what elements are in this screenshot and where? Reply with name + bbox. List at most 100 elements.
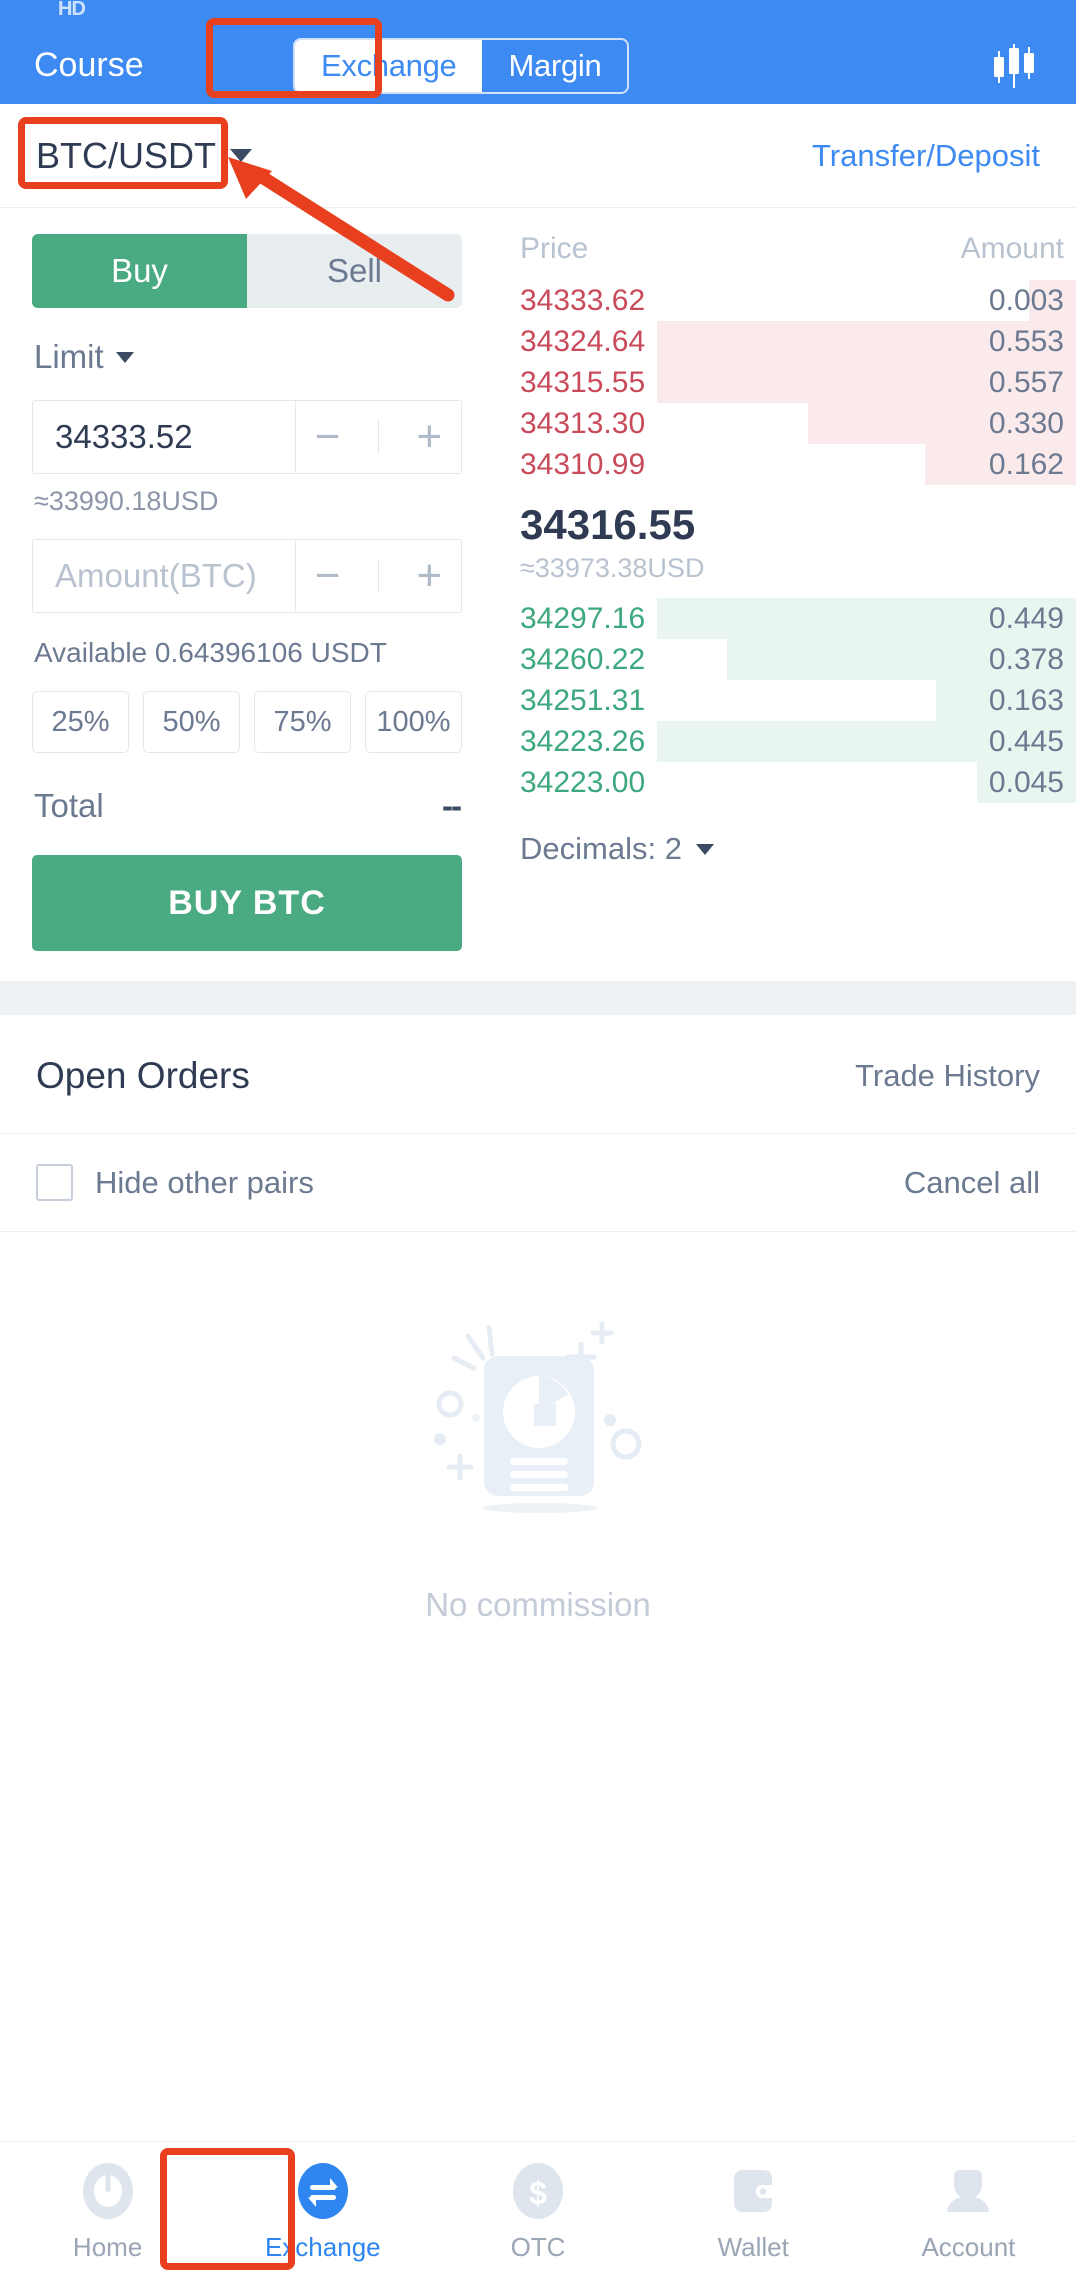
order-book-row-ask[interactable]: 34324.64 0.553: [494, 321, 1076, 362]
annotation-box-bottom-nav-exchange: [160, 2148, 295, 2270]
nav-label-wallet: Wallet: [717, 2232, 789, 2262]
order-book-row-bid[interactable]: 34260.22 0.378: [494, 639, 1076, 680]
percent-buttons: 25% 50% 75% 100%: [32, 691, 462, 753]
nav-label-account: Account: [921, 2232, 1016, 2262]
order-type-label: Limit: [34, 338, 104, 375]
ask-amount: 0.557: [988, 365, 1064, 399]
open-orders-header: Open Orders Trade History: [0, 1015, 1076, 1134]
plus-icon[interactable]: +: [417, 414, 443, 459]
minus-icon[interactable]: −: [315, 414, 341, 459]
order-book-row-ask[interactable]: 34310.99 0.162: [494, 444, 1076, 485]
mid-price: 34316.55: [520, 501, 696, 548]
nav-label-otc: OTC: [510, 2232, 566, 2262]
total-value: --: [442, 787, 462, 824]
amount-input[interactable]: Amount(BTC): [33, 540, 295, 612]
empty-state-caption: No commission: [425, 1586, 651, 1623]
order-book-row-ask[interactable]: 34313.30 0.330: [494, 403, 1076, 444]
hide-other-pairs-checkbox[interactable]: [36, 1164, 73, 1201]
person-icon: [947, 2170, 990, 2212]
percent-50-button[interactable]: 50%: [143, 691, 240, 753]
percent-75-button[interactable]: 75%: [254, 691, 351, 753]
mid-price-approx: ≈33973.38USD: [520, 553, 705, 583]
chevron-down-icon: [230, 149, 252, 162]
svg-text:$: $: [529, 2175, 547, 2211]
hide-other-pairs-label: Hide other pairs: [95, 1164, 314, 1200]
candlestick-chart-icon[interactable]: [988, 42, 1040, 88]
tab-buy[interactable]: Buy: [32, 234, 247, 308]
price-approx-usd: ≈33990.18USD: [34, 486, 219, 516]
order-book-row-bid[interactable]: 34223.26 0.445: [494, 721, 1076, 762]
amount-stepper: − +: [295, 540, 461, 612]
bid-price: 34260.22: [520, 642, 646, 676]
empty-document-icon: [434, 1321, 642, 1513]
plus-icon[interactable]: +: [417, 553, 443, 598]
ask-amount: 0.003: [988, 283, 1064, 317]
chevron-down-icon: [115, 351, 134, 363]
submit-buy-button[interactable]: BUY BTC: [32, 855, 462, 951]
price-input[interactable]: 34333.52: [33, 401, 295, 473]
decimals-label: Decimals: 2: [520, 831, 682, 866]
nav-item-wallet[interactable]: Wallet: [646, 2160, 861, 2263]
available-label: Available: [34, 637, 148, 668]
nav-label-home: Home: [72, 2232, 143, 2262]
mid-price-block: 34316.55 ≈33973.38USD: [494, 485, 1076, 598]
top-header: Course Exchange Margin: [0, 26, 1076, 104]
bid-rows: 34297.16 0.449 34260.22 0.378 34251.31 0…: [494, 598, 1076, 803]
price-field-row: 34333.52 − +: [32, 400, 462, 474]
order-book-row-bid[interactable]: 34297.16 0.449: [494, 598, 1076, 639]
empty-state: No commission: [0, 1232, 1076, 1624]
trade-history-link[interactable]: Trade History: [855, 1058, 1040, 1094]
hide-other-pairs-control[interactable]: Hide other pairs: [36, 1164, 314, 1201]
bid-amount: 0.163: [988, 683, 1064, 717]
wallet-icon: [734, 2170, 777, 2212]
cancel-all-button[interactable]: Cancel all: [904, 1165, 1040, 1201]
ask-amount: 0.330: [988, 406, 1064, 440]
col-amount-label: Amount: [960, 232, 1064, 265]
bid-price: 34223.26: [520, 724, 646, 758]
section-divider: [0, 981, 1076, 1015]
open-orders-title: Open Orders: [36, 1055, 250, 1096]
tab-sell[interactable]: Sell: [247, 234, 462, 308]
order-book-row-bid[interactable]: 34223.00 0.045: [494, 762, 1076, 803]
bid-amount: 0.045: [988, 765, 1064, 799]
amount-field-row: Amount(BTC) − +: [32, 539, 462, 613]
order-book-row-bid[interactable]: 34251.31 0.163: [494, 680, 1076, 721]
order-type-selector[interactable]: Limit: [34, 338, 462, 376]
transfer-deposit-link[interactable]: Transfer/Deposit: [812, 138, 1040, 174]
clock-icon: [82, 2163, 133, 2219]
available-balance: Available 0.64396106 USDT: [34, 637, 462, 669]
bid-amount: 0.449: [988, 601, 1064, 635]
course-label[interactable]: Course: [34, 46, 144, 85]
tab-margin[interactable]: Margin: [482, 40, 627, 92]
nav-item-account[interactable]: Account: [861, 2160, 1076, 2263]
order-form: Buy Sell Limit 34333.52 − + ≈33990.18USD…: [0, 208, 494, 951]
order-book-row-ask[interactable]: 34333.62 0.003: [494, 280, 1076, 321]
bid-amount: 0.378: [988, 642, 1064, 676]
order-book-row-ask[interactable]: 34315.55 0.557: [494, 362, 1076, 403]
available-value: 0.64396106 USDT: [154, 637, 387, 668]
nav-item-otc[interactable]: $ OTC: [430, 2160, 645, 2263]
annotation-box-pair-selector: [18, 117, 228, 189]
percent-25-button[interactable]: 25%: [32, 691, 129, 753]
buy-sell-toggle: Buy Sell: [32, 234, 462, 308]
minus-icon[interactable]: −: [315, 553, 341, 598]
col-price-label: Price: [520, 232, 589, 265]
ask-amount: 0.162: [988, 447, 1064, 481]
exchange-arrows-icon: [297, 2163, 348, 2219]
stepper-divider: [378, 559, 379, 593]
decimals-selector[interactable]: Decimals: 2: [520, 831, 1076, 867]
trade-body: Buy Sell Limit 34333.52 − + ≈33990.18USD…: [0, 208, 1076, 951]
status-bar: HD: [0, 0, 1076, 26]
hd-status-icon: HD: [58, 0, 86, 20]
ask-amount: 0.553: [988, 324, 1064, 358]
chevron-down-icon: [695, 843, 714, 855]
app-screen: HD Course Exchange Margin BTC/USDT Trans…: [0, 0, 1076, 2281]
percent-100-button[interactable]: 100%: [365, 691, 462, 753]
order-book-header: Price Amount: [494, 232, 1076, 266]
ask-price: 34324.64: [520, 324, 646, 358]
ask-price: 34315.55: [520, 365, 646, 399]
ask-price: 34333.62: [520, 283, 646, 317]
bid-price: 34223.00: [520, 765, 646, 799]
bid-price: 34297.16: [520, 601, 646, 635]
stepper-divider: [378, 420, 379, 454]
